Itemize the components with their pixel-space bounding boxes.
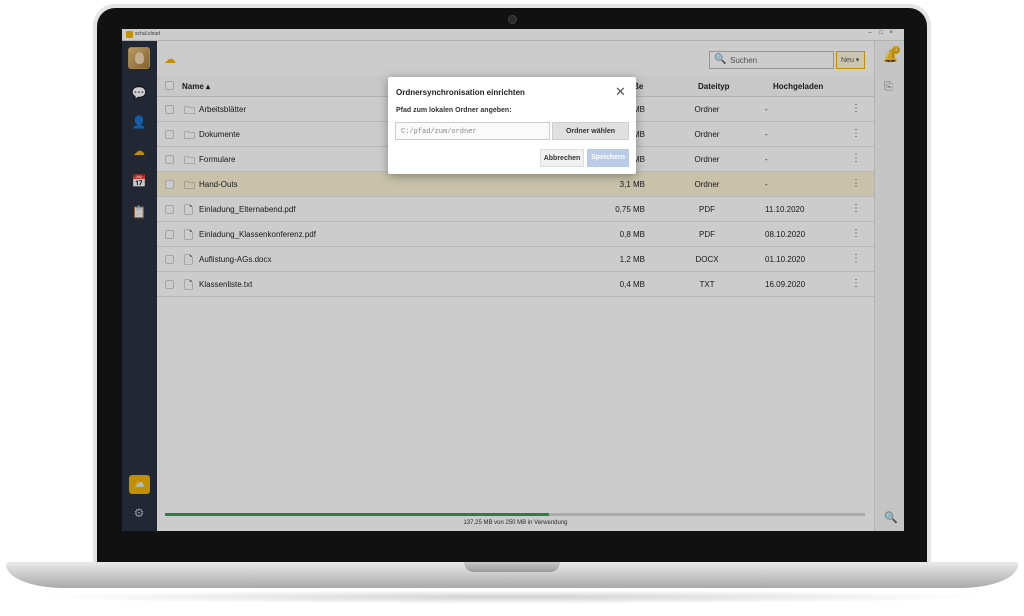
laptop-frame: schul.cloud –□× 💬 👤 ☁ 📅 📋 ⛅ ⚙ ☁ 🔍 Suchen… <box>0 0 1024 616</box>
choose-folder-button[interactable]: Ordner wählen <box>552 122 629 140</box>
folder-sync-dialog: Ordnersynchronisation einrichten ✕ Pfad … <box>388 77 636 174</box>
dialog-title: Ordnersynchronisation einrichten <box>396 88 525 97</box>
close-icon[interactable]: ✕ <box>615 84 626 100</box>
screen: schul.cloud –□× 💬 👤 ☁ 📅 📋 ⛅ ⚙ ☁ 🔍 Suchen… <box>122 29 904 531</box>
laptop-notch <box>464 562 560 572</box>
dialog-label: Pfad zum lokalen Ordner angeben: <box>396 107 512 114</box>
webcam <box>508 15 517 24</box>
folder-path-input[interactable]: C:/pfad/zum/ordner <box>395 122 550 140</box>
save-button[interactable]: Speichern <box>587 149 629 167</box>
cancel-button[interactable]: Abbrechen <box>540 149 584 167</box>
laptop-shadow <box>30 590 994 604</box>
